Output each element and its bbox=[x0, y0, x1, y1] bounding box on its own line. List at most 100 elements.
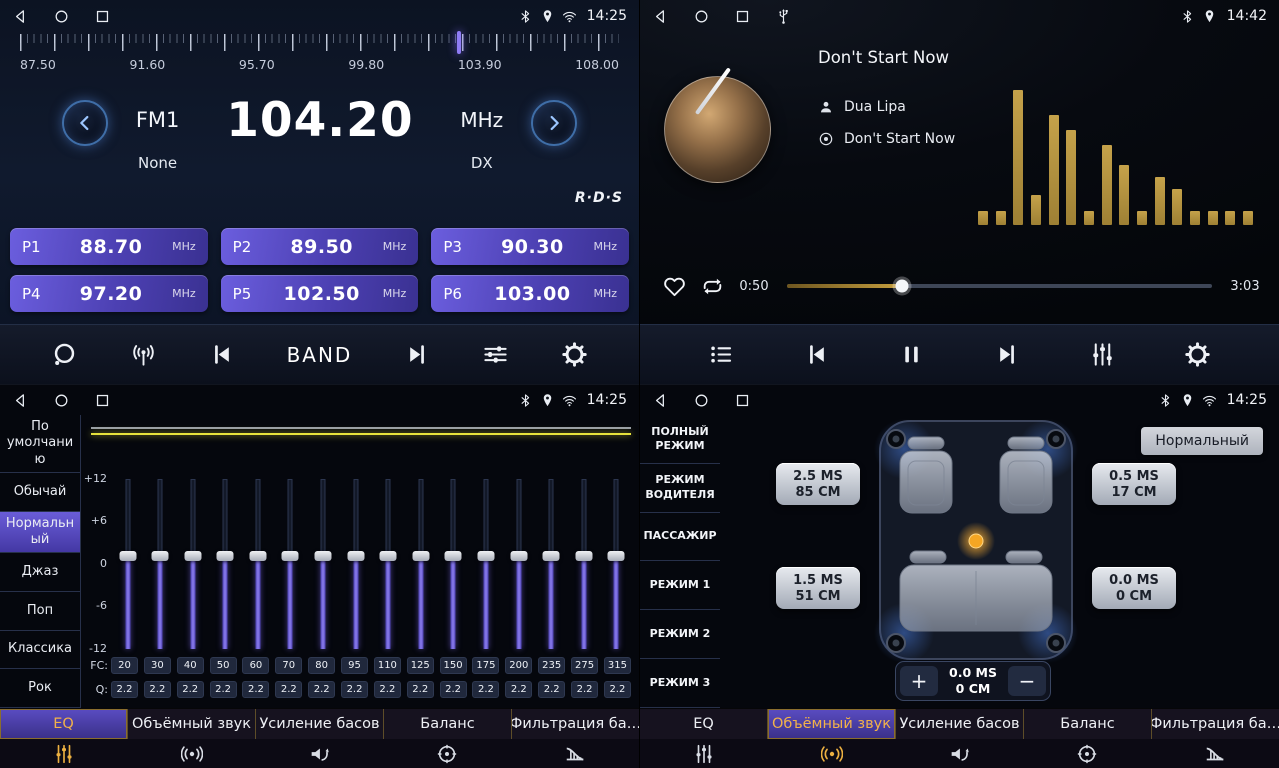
eq-band-slider[interactable] bbox=[113, 479, 142, 649]
tab-filter[interactable]: Фильтрация ба… bbox=[1152, 709, 1279, 739]
filter-tab-icon[interactable] bbox=[511, 743, 639, 765]
eq-slider-handle[interactable] bbox=[510, 551, 527, 561]
mode-3[interactable]: РЕЖИМ 3 bbox=[640, 659, 720, 708]
mode-1[interactable]: РЕЖИМ 1 bbox=[640, 561, 720, 610]
back-icon[interactable] bbox=[12, 392, 29, 409]
tune-down-button[interactable] bbox=[62, 100, 108, 146]
pause-button[interactable] bbox=[898, 341, 925, 368]
settings-button[interactable] bbox=[561, 341, 588, 368]
eq-slider-handle[interactable] bbox=[575, 551, 592, 561]
recents-icon[interactable] bbox=[734, 392, 751, 409]
recents-icon[interactable] bbox=[734, 8, 751, 25]
preset-button-p1[interactable]: P1 88.70 MHz bbox=[10, 228, 208, 265]
tab-balance[interactable]: Баланс bbox=[1024, 709, 1152, 739]
bass-boost-tab-icon[interactable] bbox=[896, 743, 1024, 765]
eq-slider-handle[interactable] bbox=[478, 551, 495, 561]
audio-settings-button[interactable] bbox=[1089, 341, 1116, 368]
mode-full[interactable]: ПОЛНЫЙ РЕЖИМ bbox=[640, 415, 720, 464]
eq-tab-icon[interactable] bbox=[0, 743, 128, 765]
eq-preset-default[interactable]: По умолчанию bbox=[0, 415, 80, 473]
eq-band-slider[interactable] bbox=[243, 479, 272, 649]
eq-preset-custom[interactable]: Обычай bbox=[0, 473, 80, 512]
eq-band-slider[interactable] bbox=[374, 479, 403, 649]
eq-preset-jazz[interactable]: Джаз bbox=[0, 553, 80, 592]
tab-filter[interactable]: Фильтрация ба… bbox=[512, 709, 639, 739]
eq-band-slider[interactable] bbox=[178, 479, 207, 649]
eq-slider-handle[interactable] bbox=[184, 551, 201, 561]
eq-slider-handle[interactable] bbox=[119, 551, 136, 561]
eq-preset-pop[interactable]: Поп bbox=[0, 592, 80, 631]
previous-station-button[interactable] bbox=[208, 341, 235, 368]
eq-band-slider[interactable] bbox=[602, 479, 631, 649]
preset-button-p6[interactable]: P6 103.00 MHz bbox=[431, 275, 629, 312]
eq-band-slider[interactable] bbox=[472, 479, 501, 649]
eq-band-slider[interactable] bbox=[439, 479, 468, 649]
filter-tab-icon[interactable] bbox=[1151, 743, 1279, 765]
preset-button-p2[interactable]: P2 89.50 MHz bbox=[221, 228, 419, 265]
tab-balance[interactable]: Баланс bbox=[384, 709, 512, 739]
recents-icon[interactable] bbox=[94, 8, 111, 25]
eq-slider-handle[interactable] bbox=[249, 551, 266, 561]
recents-icon[interactable] bbox=[94, 392, 111, 409]
eq-slider-handle[interactable] bbox=[608, 551, 625, 561]
scan-button[interactable] bbox=[51, 341, 78, 368]
progress-handle[interactable] bbox=[895, 280, 908, 293]
progress-bar[interactable] bbox=[787, 284, 1212, 288]
back-icon[interactable] bbox=[652, 8, 669, 25]
preset-button-p3[interactable]: P3 90.30 MHz bbox=[431, 228, 629, 265]
previous-track-button[interactable] bbox=[803, 341, 830, 368]
eq-tab-icon[interactable] bbox=[640, 743, 768, 765]
mode-2[interactable]: РЕЖИМ 2 bbox=[640, 610, 720, 659]
eq-slider-handle[interactable] bbox=[412, 551, 429, 561]
next-track-button[interactable] bbox=[994, 341, 1021, 368]
eq-band-slider[interactable] bbox=[406, 479, 435, 649]
tab-bass-boost[interactable]: Усиление басов bbox=[896, 709, 1024, 739]
tab-surround[interactable]: Объёмный звук bbox=[128, 709, 256, 739]
eq-band-slider[interactable] bbox=[537, 479, 566, 649]
home-icon[interactable] bbox=[693, 392, 710, 409]
repeat-button[interactable] bbox=[700, 274, 725, 299]
delay-decrease-button[interactable]: − bbox=[1008, 666, 1046, 696]
home-icon[interactable] bbox=[53, 392, 70, 409]
back-icon[interactable] bbox=[12, 8, 29, 25]
preset-button-p5[interactable]: P5 102.50 MHz bbox=[221, 275, 419, 312]
eq-band-slider[interactable] bbox=[146, 479, 175, 649]
eq-slider-handle[interactable] bbox=[445, 551, 462, 561]
delay-increase-button[interactable]: + bbox=[900, 666, 938, 696]
bass-boost-tab-icon[interactable] bbox=[256, 743, 384, 765]
eq-preset-classic[interactable]: Классика bbox=[0, 631, 80, 670]
tab-eq[interactable]: EQ bbox=[640, 709, 768, 739]
eq-band-slider[interactable] bbox=[211, 479, 240, 649]
balance-tab-icon[interactable] bbox=[1023, 743, 1151, 765]
tab-bass-boost[interactable]: Усиление басов bbox=[256, 709, 384, 739]
home-icon[interactable] bbox=[693, 8, 710, 25]
eq-band-slider[interactable] bbox=[341, 479, 370, 649]
tune-up-button[interactable] bbox=[531, 100, 577, 146]
eq-slider-handle[interactable] bbox=[347, 551, 364, 561]
eq-preset-rock[interactable]: Рок bbox=[0, 669, 80, 708]
eq-slider-handle[interactable] bbox=[152, 551, 169, 561]
soundfield-preset-button[interactable]: Нормальный bbox=[1141, 427, 1263, 455]
broadcast-button[interactable] bbox=[130, 341, 157, 368]
eq-band-slider[interactable] bbox=[569, 479, 598, 649]
eq-preset-normal[interactable]: Нормальный bbox=[0, 512, 80, 554]
surround-tab-icon[interactable] bbox=[128, 743, 256, 765]
eq-slider-handle[interactable] bbox=[543, 551, 560, 561]
mode-passenger[interactable]: ПАССАЖИР bbox=[640, 513, 720, 562]
band-button[interactable]: BAND bbox=[287, 343, 353, 367]
eq-band-slider[interactable] bbox=[276, 479, 305, 649]
settings-button[interactable] bbox=[1184, 341, 1211, 368]
next-station-button[interactable] bbox=[404, 341, 431, 368]
tab-surround[interactable]: Объёмный звук bbox=[768, 709, 896, 739]
favorite-button[interactable] bbox=[662, 274, 687, 299]
preset-button-p4[interactable]: P4 97.20 MHz bbox=[10, 275, 208, 312]
frequency-scale[interactable]: 87.50 91.60 95.70 99.80 103.90 108.00 bbox=[20, 34, 619, 82]
balance-tab-icon[interactable] bbox=[383, 743, 511, 765]
eq-slider-handle[interactable] bbox=[315, 551, 332, 561]
eq-slider-handle[interactable] bbox=[380, 551, 397, 561]
eq-slider-handle[interactable] bbox=[217, 551, 234, 561]
eq-slider-handle[interactable] bbox=[282, 551, 299, 561]
back-icon[interactable] bbox=[652, 392, 669, 409]
playlist-button[interactable] bbox=[708, 341, 735, 368]
eq-band-slider[interactable] bbox=[309, 479, 338, 649]
